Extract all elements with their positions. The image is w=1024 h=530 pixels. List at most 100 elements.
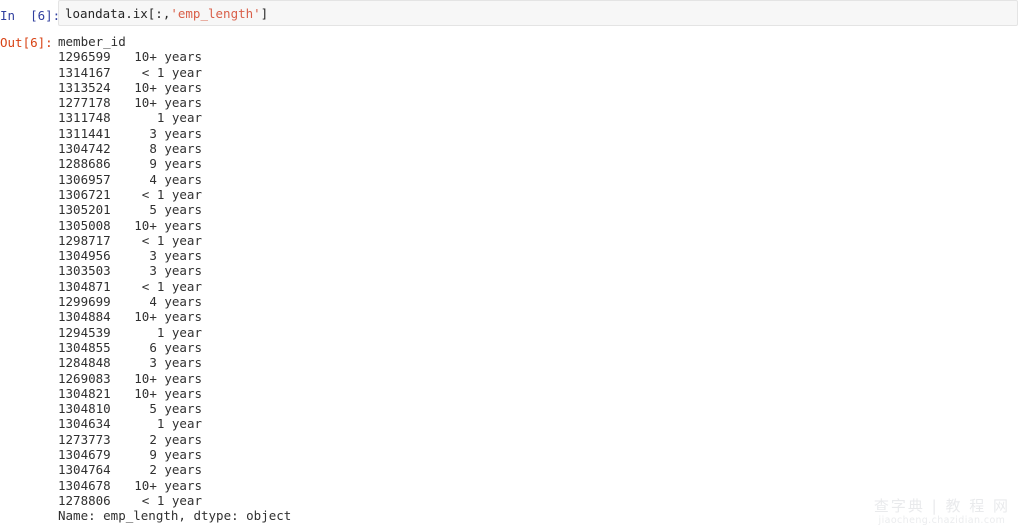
- series-row-index: 1269083: [58, 370, 111, 386]
- series-row-value: 2 years: [149, 431, 202, 447]
- series-row: 1277178 10+ years: [58, 95, 1024, 110]
- series-row-value: 10+ years: [134, 309, 202, 325]
- series-row: 1299699 4 years: [58, 294, 1024, 309]
- series-row-index: 1314167: [58, 64, 111, 80]
- series-row: 1311441 3 years: [58, 126, 1024, 141]
- series-row-value: 5 years: [149, 202, 202, 218]
- series-row-value: 4 years: [149, 294, 202, 310]
- series-row: 1304764 2 years: [58, 462, 1024, 477]
- series-row-value: 4 years: [149, 171, 202, 187]
- series-row-value: 10+ years: [134, 385, 202, 401]
- series-row-value: < 1 year: [141, 186, 202, 202]
- series-row: 1304821 10+ years: [58, 386, 1024, 401]
- series-row: 1305201 5 years: [58, 202, 1024, 217]
- series-row-index: 1304742: [58, 141, 111, 157]
- series-row-index: 1306721: [58, 186, 111, 202]
- series-row-value: 10+ years: [134, 95, 202, 111]
- series-row-value: 6 years: [149, 339, 202, 355]
- series-row-index: 1305008: [58, 217, 111, 233]
- series-row-index: 1306957: [58, 171, 111, 187]
- series-row: 1304742 8 years: [58, 141, 1024, 156]
- series-row-index: 1299699: [58, 294, 111, 310]
- series-row: 1304634 1 year: [58, 416, 1024, 431]
- series-row-index: 1273773: [58, 431, 111, 447]
- output-prompt-label: Out[6]:: [0, 35, 53, 50]
- series-row: 1305008 10+ years: [58, 218, 1024, 233]
- series-row: 1304678 10+ years: [58, 478, 1024, 493]
- series-row-index: 1303503: [58, 263, 111, 279]
- series-row-index: 1304884: [58, 309, 111, 325]
- series-row-value: 10+ years: [134, 477, 202, 493]
- series-rows: 1296599 10+ years 1314167 < 1 year 1313524 10…: [58, 49, 1024, 508]
- input-prompt-label: In [6]:: [0, 8, 61, 23]
- series-row-value: 10+ years: [134, 49, 202, 65]
- series-row-index: 1304764: [58, 462, 111, 478]
- series-row-index: 1288686: [58, 156, 111, 172]
- series-row-index: 1311748: [58, 110, 111, 126]
- series-row-value: 8 years: [149, 141, 202, 157]
- series-row-index: 1304810: [58, 401, 111, 417]
- series-row-index: 1304634: [58, 416, 111, 432]
- series-row: 1294539 1 year: [58, 325, 1024, 340]
- series-row-index: 1304956: [58, 248, 111, 264]
- series-row: 1284848 3 years: [58, 355, 1024, 370]
- series-row-index: 1277178: [58, 95, 111, 111]
- series-row-index: 1311441: [58, 125, 111, 141]
- series-row-value: 3 years: [149, 248, 202, 264]
- series-row-index: 1304855: [58, 339, 111, 355]
- series-row: 1306957 4 years: [58, 172, 1024, 187]
- series-row-value: 10+ years: [134, 79, 202, 95]
- series-row: 1269083 10+ years: [58, 371, 1024, 386]
- code-bracket-close: ]: [260, 5, 269, 21]
- series-row-value: 9 years: [149, 156, 202, 172]
- series-row-value: 1 year: [156, 416, 202, 432]
- series-row-value: 1 year: [156, 324, 202, 340]
- series-row-value: < 1 year: [141, 64, 202, 80]
- series-row-value: 1 year: [156, 110, 202, 126]
- series-row-index: 1304679: [58, 447, 111, 463]
- series-row: 1298717 < 1 year: [58, 233, 1024, 248]
- series-row-index: 1296599: [58, 49, 111, 65]
- series-row: 1304956 3 years: [58, 248, 1024, 263]
- code-string-literal: 'emp_length': [170, 5, 261, 21]
- series-row-value: 10+ years: [134, 217, 202, 233]
- series-row-index: 1304821: [58, 385, 111, 401]
- series-row-index: 1284848: [58, 355, 111, 371]
- series-row: 1296599 10+ years: [58, 49, 1024, 64]
- series-dtype-footer: Name: emp_length, dtype: object: [58, 508, 292, 524]
- notebook-input-cell: In [6]: loandata.ix[:,'emp_length']: [0, 0, 1024, 32]
- series-row: 1273773 2 years: [58, 432, 1024, 447]
- series-index-name: member_id: [58, 34, 126, 49]
- series-row-value: 3 years: [149, 125, 202, 141]
- series-row-value: 9 years: [149, 447, 202, 463]
- code-expression: loandata.ix[:,: [65, 5, 171, 21]
- series-row: 1304810 5 years: [58, 401, 1024, 416]
- series-row: 1303503 3 years: [58, 263, 1024, 278]
- series-row: 1288686 9 years: [58, 156, 1024, 171]
- series-row-index: 1305201: [58, 202, 111, 218]
- series-row: 1304884 10+ years: [58, 309, 1024, 324]
- series-row: 1311748 1 year: [58, 110, 1024, 125]
- series-row: 1278806 < 1 year: [58, 493, 1024, 508]
- series-row: 1304871 < 1 year: [58, 279, 1024, 294]
- series-row-index: 1304678: [58, 477, 111, 493]
- code-line: loandata.ix[:,'emp_length']: [65, 6, 268, 21]
- series-row: 1314167 < 1 year: [58, 65, 1024, 80]
- code-editor[interactable]: loandata.ix[:,'emp_length']: [58, 0, 1018, 26]
- series-row-index: 1298717: [58, 232, 111, 248]
- series-row: 1304679 9 years: [58, 447, 1024, 462]
- series-row: 1313524 10+ years: [58, 80, 1024, 95]
- series-row-value: 2 years: [149, 462, 202, 478]
- series-row-value: < 1 year: [141, 232, 202, 248]
- series-row-value: 3 years: [149, 355, 202, 371]
- series-row-index: 1313524: [58, 79, 111, 95]
- series-row-value: 3 years: [149, 263, 202, 279]
- series-row-value: 5 years: [149, 401, 202, 417]
- series-output: member_id 1296599 10+ years 1314167 < 1 yea…: [58, 34, 1024, 524]
- series-row-value: < 1 year: [141, 278, 202, 294]
- series-row-index: 1294539: [58, 324, 111, 340]
- series-row-index: 1278806: [58, 492, 111, 508]
- series-row-value: 10+ years: [134, 370, 202, 386]
- series-row: 1304855 6 years: [58, 340, 1024, 355]
- notebook-output-cell: Out[6]: member_id 1296599 10+ years 131416…: [0, 34, 1024, 524]
